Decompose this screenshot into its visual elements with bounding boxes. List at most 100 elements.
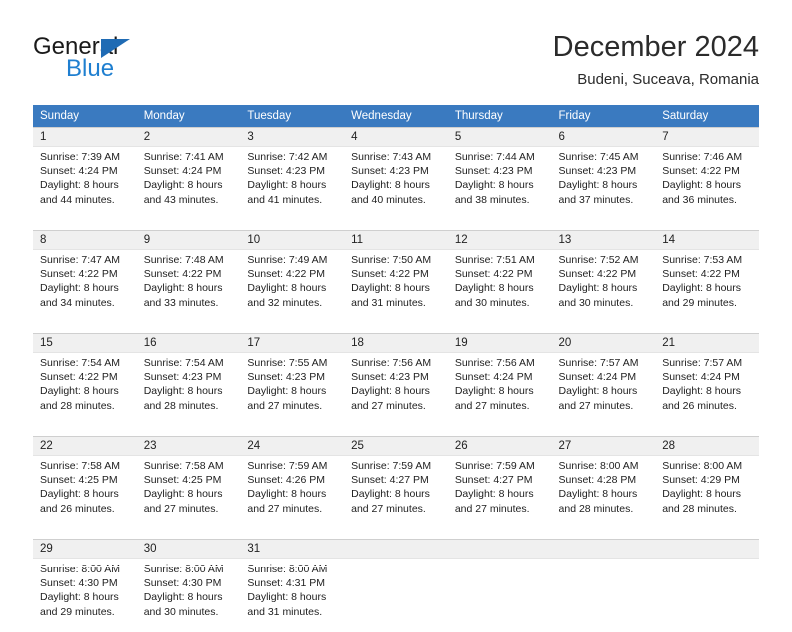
sunset-text: Sunset: 4:26 PM [247, 473, 339, 487]
day-number[interactable]: 13 [552, 231, 656, 250]
daylight-text-line2: and 30 minutes. [559, 296, 651, 310]
day-number[interactable]: 29 [33, 540, 137, 559]
day-number[interactable]: 7 [655, 128, 759, 147]
day-cell[interactable]: Sunrise: 7:54 AM Sunset: 4:23 PM Dayligh… [137, 353, 241, 427]
day-cell[interactable]: Sunrise: 7:58 AM Sunset: 4:25 PM Dayligh… [137, 456, 241, 530]
day-number[interactable]: 28 [655, 437, 759, 456]
day-number[interactable]: 31 [240, 540, 344, 559]
week-daynumbers-row: 15 16 17 18 19 20 21 [33, 334, 759, 353]
day-cell[interactable]: Sunrise: 7:59 AM Sunset: 4:27 PM Dayligh… [448, 456, 552, 530]
day-number[interactable]: 22 [33, 437, 137, 456]
day-cell[interactable]: Sunrise: 7:39 AM Sunset: 4:24 PM Dayligh… [33, 147, 137, 221]
day-number[interactable]: 9 [137, 231, 241, 250]
day-cell[interactable]: Sunrise: 7:50 AM Sunset: 4:22 PM Dayligh… [344, 250, 448, 324]
day-number[interactable]: 12 [448, 231, 552, 250]
day-number[interactable]: 16 [137, 334, 241, 353]
day-cell[interactable]: Sunrise: 7:54 AM Sunset: 4:22 PM Dayligh… [33, 353, 137, 427]
day-cell[interactable]: Sunrise: 7:49 AM Sunset: 4:22 PM Dayligh… [240, 250, 344, 324]
spacer-cell [33, 426, 759, 437]
daylight-text-line2: and 29 minutes. [662, 296, 754, 310]
day-cell[interactable]: Sunrise: 7:57 AM Sunset: 4:24 PM Dayligh… [552, 353, 656, 427]
day-cell[interactable]: Sunrise: 7:58 AM Sunset: 4:25 PM Dayligh… [33, 456, 137, 530]
daylight-text-line2: and 27 minutes. [455, 502, 547, 516]
daylight-text-line1: Daylight: 8 hours [247, 590, 339, 604]
day-number[interactable]: 8 [33, 231, 137, 250]
day-number[interactable]: 6 [552, 128, 656, 147]
day-cell[interactable]: Sunrise: 7:56 AM Sunset: 4:23 PM Dayligh… [344, 353, 448, 427]
day-number[interactable]: 30 [137, 540, 241, 559]
daylight-text-line1: Daylight: 8 hours [351, 178, 443, 192]
sunrise-text: Sunrise: 7:57 AM [559, 356, 651, 370]
day-cell[interactable]: Sunrise: 7:53 AM Sunset: 4:22 PM Dayligh… [655, 250, 759, 324]
day-number[interactable]: 19 [448, 334, 552, 353]
day-cell[interactable]: Sunrise: 7:45 AM Sunset: 4:23 PM Dayligh… [552, 147, 656, 221]
day-number[interactable]: 23 [137, 437, 241, 456]
sunrise-text: Sunrise: 7:47 AM [40, 253, 132, 267]
sunset-text: Sunset: 4:24 PM [40, 164, 132, 178]
sunrise-text: Sunrise: 7:59 AM [455, 459, 547, 473]
day-number[interactable]: 27 [552, 437, 656, 456]
day-number[interactable]: 4 [344, 128, 448, 147]
day-cell[interactable]: Sunrise: 7:56 AM Sunset: 4:24 PM Dayligh… [448, 353, 552, 427]
daylight-text-line1: Daylight: 8 hours [559, 281, 651, 295]
day-number[interactable]: 14 [655, 231, 759, 250]
day-number[interactable]: 24 [240, 437, 344, 456]
day-cell[interactable]: Sunrise: 8:00 AM Sunset: 4:31 PM Dayligh… [240, 559, 344, 632]
day-cell[interactable]: Sunrise: 7:57 AM Sunset: 4:24 PM Dayligh… [655, 353, 759, 427]
day-cell[interactable]: Sunrise: 7:42 AM Sunset: 4:23 PM Dayligh… [240, 147, 344, 221]
day-cell[interactable]: Sunrise: 7:51 AM Sunset: 4:22 PM Dayligh… [448, 250, 552, 324]
day-number[interactable]: 17 [240, 334, 344, 353]
daylight-text-line1: Daylight: 8 hours [455, 178, 547, 192]
week-daynumbers-row: 29 30 31 [33, 540, 759, 559]
general-blue-logo[interactable]: General Blue [33, 34, 223, 92]
day-number[interactable]: 11 [344, 231, 448, 250]
day-number[interactable]: 26 [448, 437, 552, 456]
day-cell[interactable]: Sunrise: 7:59 AM Sunset: 4:27 PM Dayligh… [344, 456, 448, 530]
day-cell[interactable]: Sunrise: 7:41 AM Sunset: 4:24 PM Dayligh… [137, 147, 241, 221]
day-cell[interactable]: Sunrise: 7:43 AM Sunset: 4:23 PM Dayligh… [344, 147, 448, 221]
daylight-text-line1: Daylight: 8 hours [144, 281, 236, 295]
daylight-text-line1: Daylight: 8 hours [40, 281, 132, 295]
day-cell[interactable]: Sunrise: 7:46 AM Sunset: 4:22 PM Dayligh… [655, 147, 759, 221]
daylight-text-line2: and 38 minutes. [455, 193, 547, 207]
weekday-header-saturday: Saturday [655, 105, 759, 128]
day-cell[interactable]: Sunrise: 8:00 AM Sunset: 4:30 PM Dayligh… [33, 559, 137, 632]
sunset-text: Sunset: 4:22 PM [559, 267, 651, 281]
day-number[interactable]: 5 [448, 128, 552, 147]
day-cell[interactable]: Sunrise: 8:00 AM Sunset: 4:30 PM Dayligh… [137, 559, 241, 632]
day-cell[interactable]: Sunrise: 7:55 AM Sunset: 4:23 PM Dayligh… [240, 353, 344, 427]
daylight-text-line2: and 26 minutes. [40, 502, 132, 516]
sunset-text: Sunset: 4:24 PM [455, 370, 547, 384]
day-cell[interactable]: Sunrise: 7:44 AM Sunset: 4:23 PM Dayligh… [448, 147, 552, 221]
daylight-text-line1: Daylight: 8 hours [144, 590, 236, 604]
week-details-row: Sunrise: 7:47 AM Sunset: 4:22 PM Dayligh… [33, 250, 759, 324]
page-title: December 2024 [553, 30, 759, 64]
day-number[interactable]: 18 [344, 334, 448, 353]
day-number[interactable]: 20 [552, 334, 656, 353]
day-number-empty [552, 540, 656, 559]
day-number[interactable]: 3 [240, 128, 344, 147]
day-cell[interactable]: Sunrise: 7:52 AM Sunset: 4:22 PM Dayligh… [552, 250, 656, 324]
sunrise-text: Sunrise: 7:59 AM [351, 459, 443, 473]
day-cell[interactable]: Sunrise: 7:48 AM Sunset: 4:22 PM Dayligh… [137, 250, 241, 324]
day-cell[interactable]: Sunrise: 8:00 AM Sunset: 4:28 PM Dayligh… [552, 456, 656, 530]
day-cell[interactable]: Sunrise: 8:00 AM Sunset: 4:29 PM Dayligh… [655, 456, 759, 530]
week-spacer [33, 220, 759, 231]
day-number[interactable]: 2 [137, 128, 241, 147]
day-number[interactable]: 10 [240, 231, 344, 250]
sunset-text: Sunset: 4:22 PM [40, 370, 132, 384]
day-number[interactable]: 15 [33, 334, 137, 353]
week-spacer [33, 529, 759, 540]
day-number[interactable]: 1 [33, 128, 137, 147]
daylight-text-line2: and 27 minutes. [351, 502, 443, 516]
day-number[interactable]: 21 [655, 334, 759, 353]
day-cell[interactable]: Sunrise: 7:59 AM Sunset: 4:26 PM Dayligh… [240, 456, 344, 530]
day-number[interactable]: 25 [344, 437, 448, 456]
sunset-text: Sunset: 4:29 PM [662, 473, 754, 487]
daylight-text-line2: and 34 minutes. [40, 296, 132, 310]
sunset-text: Sunset: 4:23 PM [247, 164, 339, 178]
sunset-text: Sunset: 4:31 PM [247, 576, 339, 590]
day-cell[interactable]: Sunrise: 7:47 AM Sunset: 4:22 PM Dayligh… [33, 250, 137, 324]
sunset-text: Sunset: 4:28 PM [559, 473, 651, 487]
daylight-text-line2: and 44 minutes. [40, 193, 132, 207]
